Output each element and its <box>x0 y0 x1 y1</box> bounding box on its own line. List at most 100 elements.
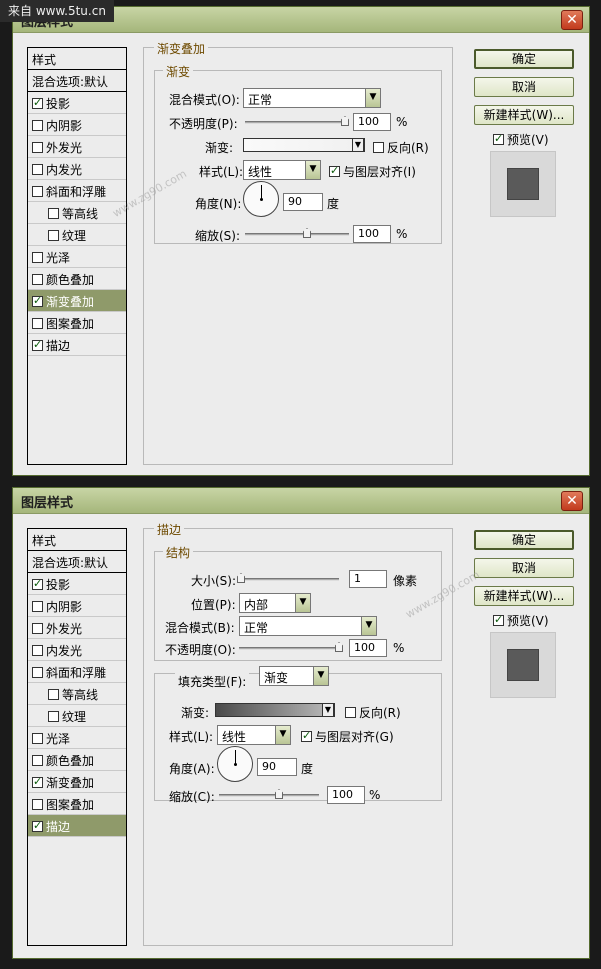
checkbox-color-overlay[interactable] <box>32 274 43 285</box>
reverse-checkbox[interactable]: 反向(R) <box>345 704 401 721</box>
scale-slider[interactable] <box>245 228 349 238</box>
checkbox-contour[interactable] <box>48 689 59 700</box>
sidebar-item-inner-shadow[interactable]: 内阴影 <box>28 114 126 136</box>
checkbox-satin[interactable] <box>32 733 43 744</box>
reverse-checkbox[interactable]: 反向(R) <box>373 139 429 156</box>
new-style-button[interactable]: 新建样式(W)... <box>474 105 574 125</box>
align-with-layer-checkbox[interactable]: 与图层对齐(I) <box>329 163 416 180</box>
checkbox-drop-shadow[interactable] <box>32 577 43 590</box>
checkbox-inner-glow[interactable] <box>32 645 43 656</box>
chevron-down-icon[interactable]: ▼ <box>352 138 364 152</box>
sidebar-item-texture[interactable]: 纹理 <box>28 224 126 246</box>
opacity-input[interactable]: 100 <box>349 639 387 657</box>
gradient-picker[interactable]: ▼ <box>215 703 335 717</box>
angle-input[interactable]: 90 <box>257 758 297 776</box>
checkbox-gradient-overlay[interactable] <box>32 294 43 307</box>
checkbox-icon[interactable] <box>345 707 356 718</box>
ok-button[interactable]: 确定 <box>474 530 574 550</box>
checkbox-icon[interactable] <box>493 613 504 626</box>
checkbox-icon[interactable] <box>373 142 384 153</box>
align-with-layer-checkbox[interactable]: 与图层对齐(G) <box>301 728 394 745</box>
sidebar-item-inner-glow[interactable]: 内发光 <box>28 158 126 180</box>
opacity-slider[interactable] <box>239 642 343 652</box>
angle-dial-icon[interactable] <box>217 746 253 782</box>
checkbox-icon[interactable] <box>493 132 504 145</box>
checkbox-color-overlay[interactable] <box>32 755 43 766</box>
blend-mode-select[interactable]: 正常 ▼ <box>243 88 381 108</box>
checkbox-gradient-overlay[interactable] <box>32 775 43 788</box>
style-select[interactable]: 线性 ▼ <box>243 160 321 180</box>
sidebar-item-inner-glow[interactable]: 内发光 <box>28 639 126 661</box>
checkbox-pattern-overlay[interactable] <box>32 799 43 810</box>
sidebar-item-pattern-overlay[interactable]: 图案叠加 <box>28 312 126 334</box>
checkbox-stroke[interactable] <box>32 338 43 351</box>
sidebar-item-contour[interactable]: 等高线 <box>28 202 126 224</box>
sidebar-item-blending-options[interactable]: 混合选项:默认 <box>28 70 126 92</box>
sidebar-item-color-overlay[interactable]: 颜色叠加 <box>28 268 126 290</box>
sidebar-item-color-overlay[interactable]: 颜色叠加 <box>28 749 126 771</box>
slider-thumb[interactable] <box>303 228 311 238</box>
checkbox-drop-shadow[interactable] <box>32 96 43 109</box>
sidebar-item-texture[interactable]: 纹理 <box>28 705 126 727</box>
checkbox-inner-shadow[interactable] <box>32 601 43 612</box>
checkbox-inner-shadow[interactable] <box>32 120 43 131</box>
checkbox-texture[interactable] <box>48 711 59 722</box>
blend-mode-select[interactable]: 正常 ▼ <box>239 616 377 636</box>
scale-slider[interactable] <box>219 789 319 799</box>
slider-thumb[interactable] <box>237 573 245 583</box>
preview-checkbox[interactable]: 预览(V) <box>493 131 549 148</box>
checkbox-icon[interactable] <box>301 729 312 742</box>
sidebar-item-contour[interactable]: 等高线 <box>28 683 126 705</box>
chevron-down-icon[interactable]: ▼ <box>322 703 334 717</box>
sidebar-item-pattern-overlay[interactable]: 图案叠加 <box>28 793 126 815</box>
sidebar-item-stroke[interactable]: 描边 <box>28 334 126 356</box>
size-slider[interactable] <box>237 573 339 583</box>
opacity-input[interactable]: 100 <box>353 113 391 131</box>
cancel-button[interactable]: 取消 <box>474 558 574 578</box>
close-icon[interactable]: ✕ <box>561 491 583 511</box>
scale-input[interactable]: 100 <box>353 225 391 243</box>
ok-button[interactable]: 确定 <box>474 49 574 69</box>
sidebar-item-gradient-overlay[interactable]: 渐变叠加 <box>28 290 126 312</box>
sidebar-item-bevel-emboss[interactable]: 斜面和浮雕 <box>28 180 126 202</box>
sidebar-item-drop-shadow[interactable]: 投影 <box>28 92 126 114</box>
slider-thumb[interactable] <box>341 116 349 126</box>
checkbox-outer-glow[interactable] <box>32 142 43 153</box>
checkbox-bevel-emboss[interactable] <box>32 667 43 678</box>
close-icon[interactable]: ✕ <box>561 10 583 30</box>
new-style-button[interactable]: 新建样式(W)... <box>474 586 574 606</box>
sidebar-item-bevel-emboss[interactable]: 斜面和浮雕 <box>28 661 126 683</box>
checkbox-outer-glow[interactable] <box>32 623 43 634</box>
scale-input[interactable]: 100 <box>327 786 365 804</box>
slider-thumb[interactable] <box>275 789 283 799</box>
sidebar-item-blending-options[interactable]: 混合选项:默认 <box>28 551 126 573</box>
preview-checkbox[interactable]: 预览(V) <box>493 612 549 629</box>
sidebar-item-inner-shadow[interactable]: 内阴影 <box>28 595 126 617</box>
sidebar-item-satin[interactable]: 光泽 <box>28 727 126 749</box>
sidebar-item-outer-glow[interactable]: 外发光 <box>28 136 126 158</box>
fill-type-select[interactable]: 渐变 ▼ <box>259 666 329 686</box>
sidebar-header-styles[interactable]: 样式 <box>28 48 126 70</box>
checkbox-contour[interactable] <box>48 208 59 219</box>
angle-dial-icon[interactable] <box>243 181 279 217</box>
checkbox-inner-glow[interactable] <box>32 164 43 175</box>
checkbox-bevel-emboss[interactable] <box>32 186 43 197</box>
angle-input[interactable]: 90 <box>283 193 323 211</box>
checkbox-icon[interactable] <box>329 164 340 177</box>
sidebar-item-drop-shadow[interactable]: 投影 <box>28 573 126 595</box>
cancel-button[interactable]: 取消 <box>474 77 574 97</box>
slider-thumb[interactable] <box>335 642 343 652</box>
opacity-slider[interactable] <box>245 116 349 126</box>
sidebar-header-styles[interactable]: 样式 <box>28 529 126 551</box>
sidebar-item-stroke[interactable]: 描边 <box>28 815 126 837</box>
gradient-picker[interactable]: ▼ <box>243 138 365 152</box>
size-input[interactable]: 1 <box>349 570 387 588</box>
sidebar-item-satin[interactable]: 光泽 <box>28 246 126 268</box>
position-select[interactable]: 内部 ▼ <box>239 593 311 613</box>
checkbox-stroke[interactable] <box>32 819 43 832</box>
checkbox-texture[interactable] <box>48 230 59 241</box>
checkbox-satin[interactable] <box>32 252 43 263</box>
sidebar-item-gradient-overlay[interactable]: 渐变叠加 <box>28 771 126 793</box>
sidebar-item-outer-glow[interactable]: 外发光 <box>28 617 126 639</box>
checkbox-pattern-overlay[interactable] <box>32 318 43 329</box>
